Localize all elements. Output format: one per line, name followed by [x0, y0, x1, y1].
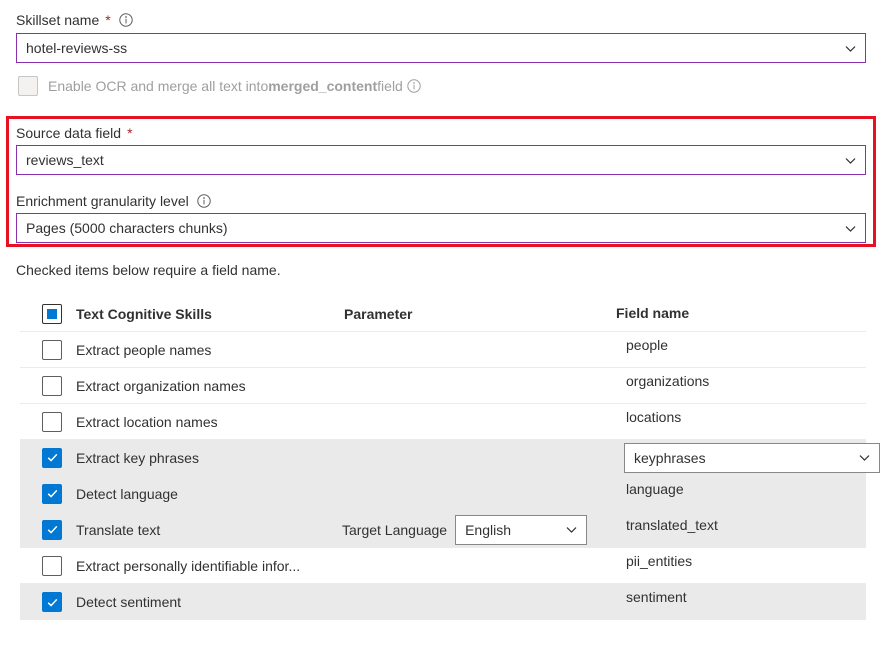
chevron-down-icon[interactable]: [564, 523, 578, 537]
row-checkbox[interactable]: [42, 484, 62, 504]
skill-label: Detect language: [76, 486, 342, 502]
parameter-cell: Target Language English: [342, 515, 616, 545]
select-all-cell: [20, 304, 76, 324]
chevron-down-icon[interactable]: [843, 41, 857, 55]
field-name-value: keyphrases: [634, 450, 706, 466]
field-name-cell: language: [616, 476, 866, 512]
chevron-down-icon[interactable]: [843, 221, 857, 235]
enable-ocr-text-after: field: [377, 78, 403, 94]
field-name-cell: keyphrases: [616, 440, 866, 476]
info-icon[interactable]: [407, 79, 421, 93]
table-row[interactable]: Detect sentiment sentiment: [20, 584, 866, 620]
field-name-cell: pii_entities: [616, 548, 866, 584]
row-checkbox-cell: [20, 412, 76, 432]
enrichment-granularity-value: Pages (5000 characters chunks): [26, 220, 228, 236]
row-checkbox[interactable]: [42, 556, 62, 576]
check-icon: [46, 523, 59, 536]
row-checkbox[interactable]: [42, 340, 62, 360]
chevron-down-icon[interactable]: [843, 153, 857, 167]
skillset-name-label: Skillset name *: [16, 11, 133, 29]
field-name-value: sentiment: [626, 588, 687, 606]
table-row[interactable]: Translate text Target Language English t…: [20, 512, 866, 548]
enrichment-granularity-label-text: Enrichment granularity level: [16, 192, 189, 210]
source-data-field-select[interactable]: reviews_text: [16, 145, 866, 175]
row-checkbox-cell: [20, 556, 76, 576]
source-data-field-label-text: Source data field: [16, 124, 121, 142]
table-row[interactable]: Extract people names people: [20, 332, 866, 368]
skill-label: Extract location names: [76, 414, 342, 430]
enrichment-granularity-select[interactable]: Pages (5000 characters chunks): [16, 213, 866, 243]
field-name-value: translated_text: [626, 516, 718, 534]
row-checkbox[interactable]: [42, 520, 62, 540]
target-language-label: Target Language: [342, 522, 447, 538]
field-name-required-note: Checked items below require a field name…: [16, 262, 281, 278]
table-row[interactable]: Extract organization names organizations: [20, 368, 866, 404]
skillset-name-value: hotel-reviews-ss: [26, 40, 127, 56]
skillset-form-page: Skillset name * hotel-reviews-ss Enable …: [0, 0, 888, 648]
row-checkbox[interactable]: [42, 412, 62, 432]
field-name-cell: locations: [616, 404, 866, 440]
row-checkbox[interactable]: [42, 592, 62, 612]
skill-label: Extract key phrases: [76, 450, 342, 466]
indeterminate-square-icon: [47, 309, 57, 319]
skillset-name-input[interactable]: hotel-reviews-ss: [16, 33, 866, 63]
field-name-input[interactable]: keyphrases: [624, 443, 880, 473]
enable-ocr-text-before: Enable OCR and merge all text into: [48, 78, 268, 94]
info-icon[interactable]: [119, 13, 133, 27]
row-checkbox[interactable]: [42, 448, 62, 468]
select-all-checkbox[interactable]: [42, 304, 62, 324]
table-header-row: Text Cognitive Skills Parameter Field na…: [20, 296, 866, 332]
skill-label: Extract organization names: [76, 378, 342, 394]
check-icon: [46, 451, 59, 464]
required-asterisk: *: [125, 126, 132, 140]
table-row[interactable]: Extract location names locations: [20, 404, 866, 440]
source-data-field-value: reviews_text: [26, 152, 104, 168]
enable-ocr-label: Enable OCR and merge all text into merge…: [48, 78, 421, 94]
merged-content-field-name: merged_content: [268, 78, 377, 94]
field-name-value: pii_entities: [626, 552, 692, 570]
row-checkbox-cell: [20, 520, 76, 540]
row-checkbox[interactable]: [42, 376, 62, 396]
row-checkbox-cell: [20, 484, 76, 504]
column-header-skills: Text Cognitive Skills: [76, 306, 342, 322]
check-icon: [46, 487, 59, 500]
row-checkbox-cell: [20, 340, 76, 360]
row-checkbox-cell: [20, 592, 76, 612]
skill-label: Extract people names: [76, 342, 342, 358]
table-row[interactable]: Extract key phrases keyphrases: [20, 440, 866, 476]
field-name-value: language: [626, 480, 684, 498]
target-language-select[interactable]: English: [455, 515, 587, 545]
field-name-cell: people: [616, 332, 866, 368]
enrichment-granularity-label: Enrichment granularity level: [16, 192, 211, 210]
required-asterisk: *: [103, 13, 110, 27]
cognitive-skills-table: Text Cognitive Skills Parameter Field na…: [20, 296, 866, 620]
table-row[interactable]: Detect language language: [20, 476, 866, 512]
row-checkbox-cell: [20, 376, 76, 396]
field-name-value: locations: [626, 408, 681, 426]
field-name-value: organizations: [626, 372, 709, 390]
skill-label: Translate text: [76, 522, 342, 538]
chevron-down-icon[interactable]: [857, 451, 871, 465]
field-name-cell: translated_text: [616, 512, 866, 548]
enable-ocr-checkbox: [18, 76, 38, 96]
column-header-field-name: Field name: [616, 296, 866, 332]
source-data-field-label: Source data field *: [16, 124, 133, 142]
row-checkbox-cell: [20, 448, 76, 468]
skill-label: Detect sentiment: [76, 594, 342, 610]
table-row[interactable]: Extract personally identifiable infor...…: [20, 548, 866, 584]
field-name-value: people: [626, 336, 668, 354]
check-icon: [46, 596, 59, 609]
info-icon[interactable]: [197, 194, 211, 208]
target-language-value: English: [465, 522, 511, 538]
field-name-cell: organizations: [616, 368, 866, 404]
skill-label: Extract personally identifiable infor...: [76, 558, 342, 574]
field-name-cell: sentiment: [616, 584, 866, 620]
enable-ocr-row: Enable OCR and merge all text into merge…: [18, 76, 421, 96]
skillset-name-label-text: Skillset name: [16, 11, 99, 29]
column-header-parameter: Parameter: [342, 306, 616, 322]
